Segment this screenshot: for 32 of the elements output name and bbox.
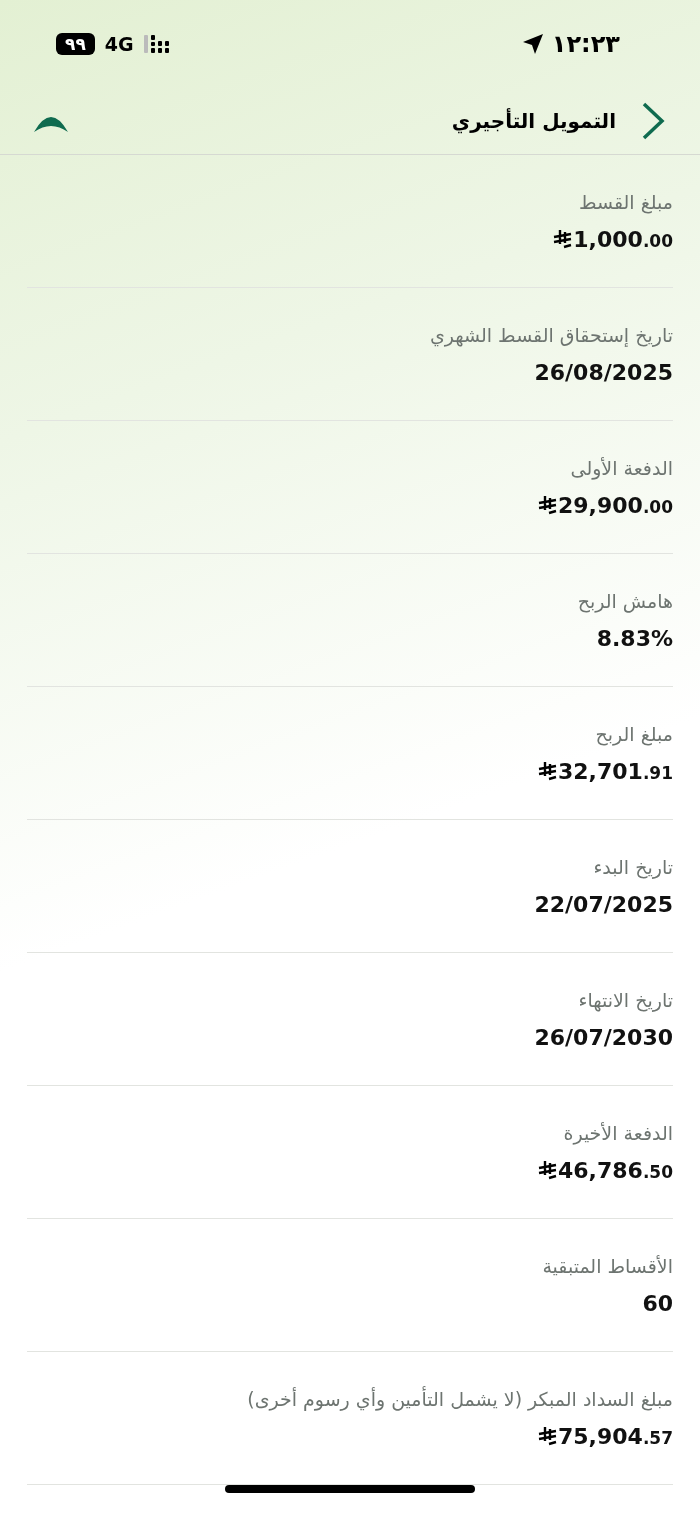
field-label: تاريخ الانتهاء: [577, 988, 673, 1011]
field-value: 60: [642, 1290, 673, 1316]
riyal-icon: [553, 229, 574, 249]
location-arrow-icon: [521, 33, 544, 55]
amount-value: 32,701.91: [557, 758, 673, 784]
network-type: 4G: [104, 33, 134, 55]
riyal-icon: [537, 495, 558, 515]
field-label: تاريخ إستحقاق القسط الشهري: [428, 323, 673, 346]
field-value: 8.83%: [596, 625, 673, 651]
field-label: الأقساط المتبقية: [541, 1254, 673, 1277]
field-label: هامش الربح: [576, 589, 673, 612]
field-label: مبلغ السداد المبكر (لا يشمل التأمين وأي رسوم أخرى): [246, 1387, 673, 1410]
clock-time: ١٢:٢٣: [551, 30, 620, 58]
amount-value: 75,904.57: [557, 1423, 673, 1449]
riyal-icon: [537, 761, 558, 781]
amount-value: 29,900.00: [557, 492, 673, 518]
field-value: 26/07/2030: [534, 1024, 673, 1050]
amount-value: 46,786.50: [557, 1157, 673, 1183]
field-label: الدفعة الأولى: [569, 456, 673, 479]
field-label: مبلغ القسط: [577, 190, 673, 213]
field-value: 22/07/2025: [534, 891, 673, 917]
back-button[interactable]: [640, 101, 666, 141]
battery-level: ٩٩: [56, 33, 95, 55]
field-label: مبلغ الربح: [594, 722, 673, 745]
field-value: 26/08/2025: [534, 359, 673, 385]
field-label: الدفعة الأخيرة: [562, 1121, 673, 1144]
field-label: تاريخ البدء: [592, 855, 673, 878]
signal-icon: [143, 34, 170, 54]
screen-title: التمويل التأجيري: [450, 109, 616, 133]
riyal-icon: [537, 1426, 558, 1446]
amount-value: 1,000.00: [573, 226, 673, 252]
riyal-icon: [537, 1160, 558, 1180]
